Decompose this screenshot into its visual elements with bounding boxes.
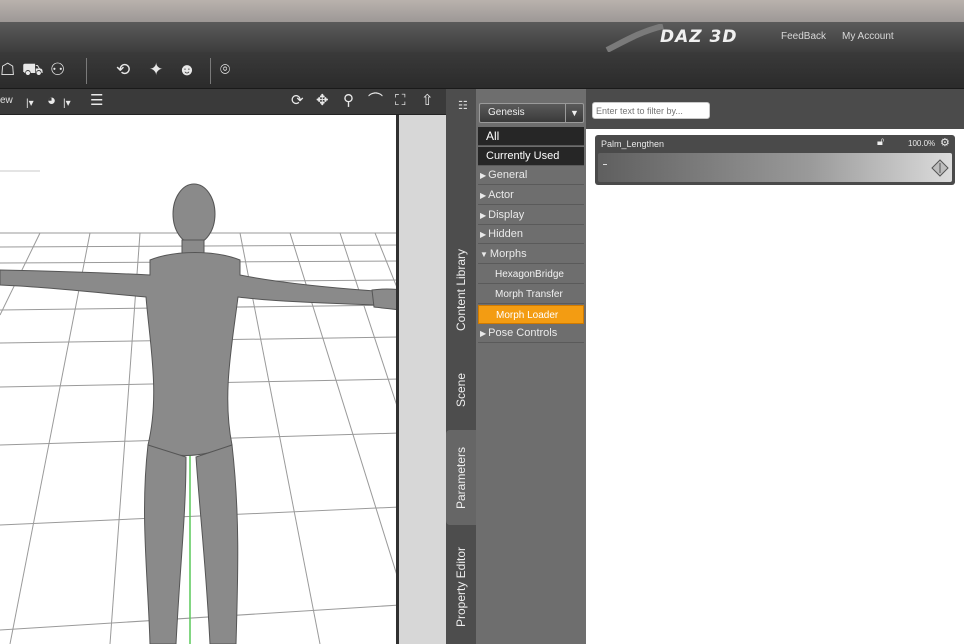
rotate-tool-icon[interactable]: ⟲	[116, 60, 130, 80]
figure-select[interactable]: Genesis ▼	[479, 103, 584, 123]
category-general[interactable]: ▶ General	[478, 166, 584, 185]
slider-handle[interactable]	[931, 159, 949, 177]
chevron-down-icon[interactable]: |▾	[26, 95, 34, 113]
category-hexagonbridge[interactable]: HexagonBridge	[478, 265, 584, 284]
group-tool-icon[interactable]: ⚇	[50, 60, 65, 80]
pose-tool-icon[interactable]: ⛟	[22, 60, 43, 80]
camera-tool-icon[interactable]: ⌾	[220, 60, 230, 80]
frame-icon[interactable]: ⛶	[395, 92, 406, 110]
orbit-icon[interactable]: ⟳	[291, 92, 304, 110]
up-icon[interactable]: ⇧	[421, 92, 434, 110]
category-actor[interactable]: ▶ Actor	[478, 186, 584, 205]
person-tool-icon[interactable]: ☻	[178, 60, 196, 80]
figure-select-value: Genesis	[488, 107, 525, 118]
brand-swoosh-icon	[605, 24, 664, 52]
category-hidden[interactable]: ▶ Hidden	[478, 225, 584, 244]
view-label[interactable]: ew	[0, 95, 13, 106]
toolbar-separator	[210, 58, 211, 84]
category-all[interactable]: All	[478, 127, 584, 146]
slider-track[interactable]	[598, 153, 952, 182]
toolbar-separator	[86, 58, 87, 84]
filter-input[interactable]	[592, 102, 710, 119]
list-icon[interactable]: ☰	[90, 92, 103, 110]
triangle-right-icon: ▶	[480, 230, 487, 239]
feedback-link[interactable]: FeedBack	[781, 31, 826, 42]
light-tool-icon[interactable]: ✦	[149, 60, 163, 80]
rotate-icon[interactable]: ⌒	[368, 92, 383, 110]
tab-parameters[interactable]: Parameters	[446, 430, 476, 525]
category-currently-used[interactable]: Currently Used	[478, 147, 584, 166]
triangle-right-icon: ▶	[480, 211, 487, 220]
daz3d-logo[interactable]: DAZ 3D	[660, 27, 737, 47]
viewport-scene	[0, 170, 432, 644]
sphere-icon[interactable]: ◕	[47, 92, 56, 110]
chevron-down-icon[interactable]: ▼	[565, 104, 583, 122]
category-morph-transfer[interactable]: Morph Transfer	[478, 285, 584, 304]
panel-menu-icon[interactable]: ☷	[458, 99, 468, 112]
3d-viewport[interactable]	[0, 115, 446, 644]
triangle-right-icon: ▶	[480, 191, 487, 200]
pan-icon[interactable]: ✥	[316, 92, 329, 110]
category-pose-controls[interactable]: ▶ Pose Controls	[478, 324, 584, 343]
lock-icon[interactable]: 🔓︎	[877, 136, 884, 149]
chevron-down-icon[interactable]: |▾	[63, 95, 71, 113]
my-account-link[interactable]: My Account	[842, 31, 894, 42]
zoom-icon[interactable]: ⚲	[343, 92, 354, 110]
figure-tool-icon[interactable]: ☖	[0, 60, 15, 80]
parameter-value[interactable]: 100.0%	[908, 139, 935, 148]
main-toolbar	[0, 52, 964, 89]
genesis-figure[interactable]	[0, 183, 432, 644]
tab-property-editor[interactable]: Property Editor	[446, 530, 476, 644]
gear-icon[interactable]: ⚙	[940, 136, 950, 149]
triangle-right-icon: ▶	[480, 329, 487, 338]
slider-min-marker	[603, 164, 607, 165]
viewport-right-margin	[399, 115, 446, 644]
parameter-name: Palm_Lengthen	[601, 139, 665, 149]
triangle-down-icon: ▼	[480, 250, 488, 259]
tab-content-library[interactable]: Content Library	[446, 225, 476, 355]
tab-scene[interactable]: Scene	[446, 355, 476, 425]
triangle-right-icon: ▶	[480, 171, 487, 180]
window-titlebar	[0, 0, 964, 22]
category-morphs[interactable]: ▼ Morphs	[478, 245, 584, 264]
category-morph-loader[interactable]: Morph Loader	[478, 305, 584, 324]
category-display[interactable]: ▶ Display	[478, 206, 584, 225]
